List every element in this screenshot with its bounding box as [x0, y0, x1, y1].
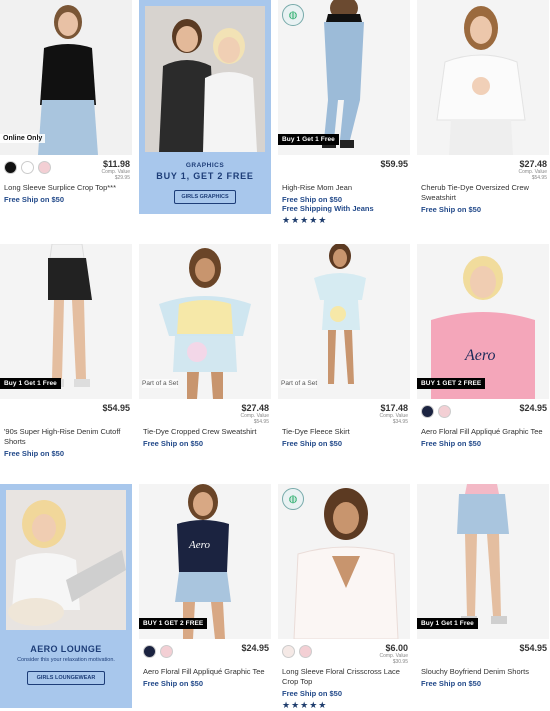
swatch-pink[interactable] — [438, 405, 451, 418]
product-price: $6.00 — [385, 643, 408, 653]
product-name[interactable]: '90s Super High-Rise Denim Cutoff Shorts — [0, 427, 132, 447]
swatch-white[interactable] — [21, 161, 34, 174]
promo-badge: BUY 1 GET 2 FREE — [417, 378, 486, 389]
promo-image — [145, 6, 265, 152]
comp-value: $29.95 — [114, 175, 130, 181]
rating-stars: ★★★★★ — [282, 215, 328, 225]
product-price: $24.95 — [519, 403, 547, 413]
svg-text:Aero: Aero — [464, 347, 496, 364]
shipping-note: Free Ship on $50 — [143, 439, 204, 448]
product-image[interactable]: Buy 1 Get 1 Free — [417, 484, 549, 639]
product-card[interactable]: Buy 1 Get 1 Free $54.95 '90s Super High-… — [0, 244, 132, 458]
swatch-pink[interactable] — [160, 645, 173, 658]
shipping-note: Free Ship on $50 — [421, 439, 482, 448]
swatch-navy[interactable] — [143, 645, 156, 658]
swatch-navy[interactable] — [421, 405, 434, 418]
shipping-note: Free Ship on $50 — [143, 679, 204, 688]
product-card[interactable]: ◍ $6.00 Comp. Value $30.95 Long Sleeve F… — [278, 484, 410, 711]
promo-image — [6, 490, 126, 630]
shipping-note: Free Ship on $50 — [282, 195, 343, 204]
color-swatches — [4, 159, 51, 174]
product-price: $11.98 — [102, 159, 130, 169]
shipping-note: Free Ship on $50 — [421, 205, 482, 214]
girls-loungewear-button[interactable]: GIRLS LOUNGEWEAR — [27, 671, 105, 685]
shipping-note: Free Ship on $50 — [282, 439, 343, 448]
product-card[interactable]: Aero BUY 1 GET 2 FREE $24.95 Aero Floral… — [417, 244, 549, 448]
product-card[interactable]: Part of a Set $27.48 Comp. Value $54.95 … — [139, 244, 271, 448]
set-tag: Part of a Set — [142, 379, 179, 388]
swatch-black[interactable] — [4, 161, 17, 174]
swatch-cream[interactable] — [282, 645, 295, 658]
girls-graphics-button[interactable]: GIRLS GRAPHICS — [174, 190, 236, 204]
color-swatches — [421, 403, 451, 418]
graphics-promo[interactable]: GRAPHICS BUY 1, GET 2 FREE GIRLS GRAPHIC… — [139, 0, 271, 214]
swatch-pink[interactable] — [38, 161, 51, 174]
product-image[interactable]: ◍ — [278, 484, 410, 639]
shipping-note: Free Ship on $50 — [421, 679, 482, 688]
product-image[interactable]: ◍ Buy 1 Get 1 Free — [278, 0, 410, 155]
product-image[interactable]: Part of a Set — [139, 244, 271, 399]
shipping-note: Free Ship on $50 — [282, 689, 343, 698]
lounge-promo[interactable]: AERO LOUNGE Consider this your relaxatio… — [0, 484, 132, 708]
product-price: $24.95 — [241, 643, 269, 653]
product-image[interactable]: Online Only — [0, 0, 132, 155]
product-price: $17.48 — [380, 403, 408, 413]
product-price: $54.95 — [519, 643, 547, 653]
product-name[interactable]: Aero Floral Fill Appliqué Graphic Tee — [139, 667, 271, 677]
product-name[interactable]: Cherub Tie-Dye Oversized Crew Sweatshirt — [417, 183, 549, 203]
color-swatches — [143, 643, 173, 658]
product-card[interactable]: Part of a Set $17.48 Comp. Value $34.95 … — [278, 244, 410, 448]
rating-stars: ★★★★★ — [282, 700, 328, 710]
online-only-tag: Online Only — [0, 134, 46, 143]
product-image[interactable]: Part of a Set — [278, 244, 410, 399]
product-name[interactable]: High-Rise Mom Jean — [278, 183, 410, 193]
promo-badge: Buy 1 Get 1 Free — [278, 134, 339, 145]
jeans-shipping-note: Free Shipping With Jeans — [282, 204, 374, 213]
product-price: $59.95 — [380, 159, 408, 169]
product-name[interactable]: Tie-Dye Cropped Crew Sweatshirt — [139, 427, 271, 437]
product-card[interactable]: $27.48 Comp. Value $54.95 Cherub Tie-Dye… — [417, 0, 549, 214]
promo-kicker: GRAPHICS — [185, 162, 225, 169]
product-card[interactable]: ◍ Buy 1 Get 1 Free $59.95 High-Rise Mom … — [278, 0, 410, 226]
product-name[interactable]: Long Sleeve Surplice Crop Top*** — [0, 183, 132, 193]
product-name[interactable]: Slouchy Boyfriend Denim Shorts — [417, 667, 549, 677]
product-name[interactable]: Long Sleeve Floral Crisscross Lace Crop … — [278, 667, 410, 687]
product-image[interactable]: Buy 1 Get 1 Free — [0, 244, 132, 399]
product-price: $54.95 — [102, 403, 130, 413]
promo-badge: Buy 1 Get 1 Free — [417, 618, 478, 629]
product-card[interactable]: Buy 1 Get 1 Free $54.95 Slouchy Boyfrien… — [417, 484, 549, 688]
product-price: $27.48 — [241, 403, 269, 413]
earth-badge-icon: ◍ — [282, 4, 304, 26]
svg-text:Aero: Aero — [188, 539, 210, 551]
comp-value: $54.95 — [253, 419, 269, 425]
promo-badge: Buy 1 Get 1 Free — [0, 378, 61, 389]
product-image[interactable]: Aero BUY 1 GET 2 FREE — [417, 244, 549, 399]
comp-value: $30.95 — [392, 659, 408, 665]
shipping-note: Free Ship on $50 — [4, 449, 65, 458]
promo-badge: BUY 1 GET 2 FREE — [139, 618, 208, 629]
promo-title: BUY 1, GET 2 FREE — [156, 171, 254, 181]
product-name[interactable]: Aero Floral Fill Appliqué Graphic Tee — [417, 427, 549, 437]
product-image[interactable] — [417, 0, 549, 155]
comp-value: $34.95 — [392, 419, 408, 425]
promo-title: AERO LOUNGE — [30, 644, 102, 654]
color-swatches — [282, 643, 312, 658]
product-image[interactable]: Aero BUY 1 GET 2 FREE — [139, 484, 271, 639]
set-tag: Part of a Set — [281, 379, 318, 388]
product-card[interactable]: Online Only $11.98 Comp. Value $29.95 Lo… — [0, 0, 132, 204]
comp-value: $54.95 — [531, 175, 547, 181]
promo-subtitle: Consider this your relaxation motivation… — [17, 657, 115, 663]
product-name[interactable]: Tie-Dye Fleece Skirt — [278, 427, 410, 437]
swatch-pink[interactable] — [299, 645, 312, 658]
product-price: $27.48 — [519, 159, 547, 169]
product-card[interactable]: Aero BUY 1 GET 2 FREE $24.95 Aero Floral… — [139, 484, 271, 688]
shipping-note: Free Ship on $50 — [4, 195, 65, 204]
earth-badge-icon: ◍ — [282, 488, 304, 510]
